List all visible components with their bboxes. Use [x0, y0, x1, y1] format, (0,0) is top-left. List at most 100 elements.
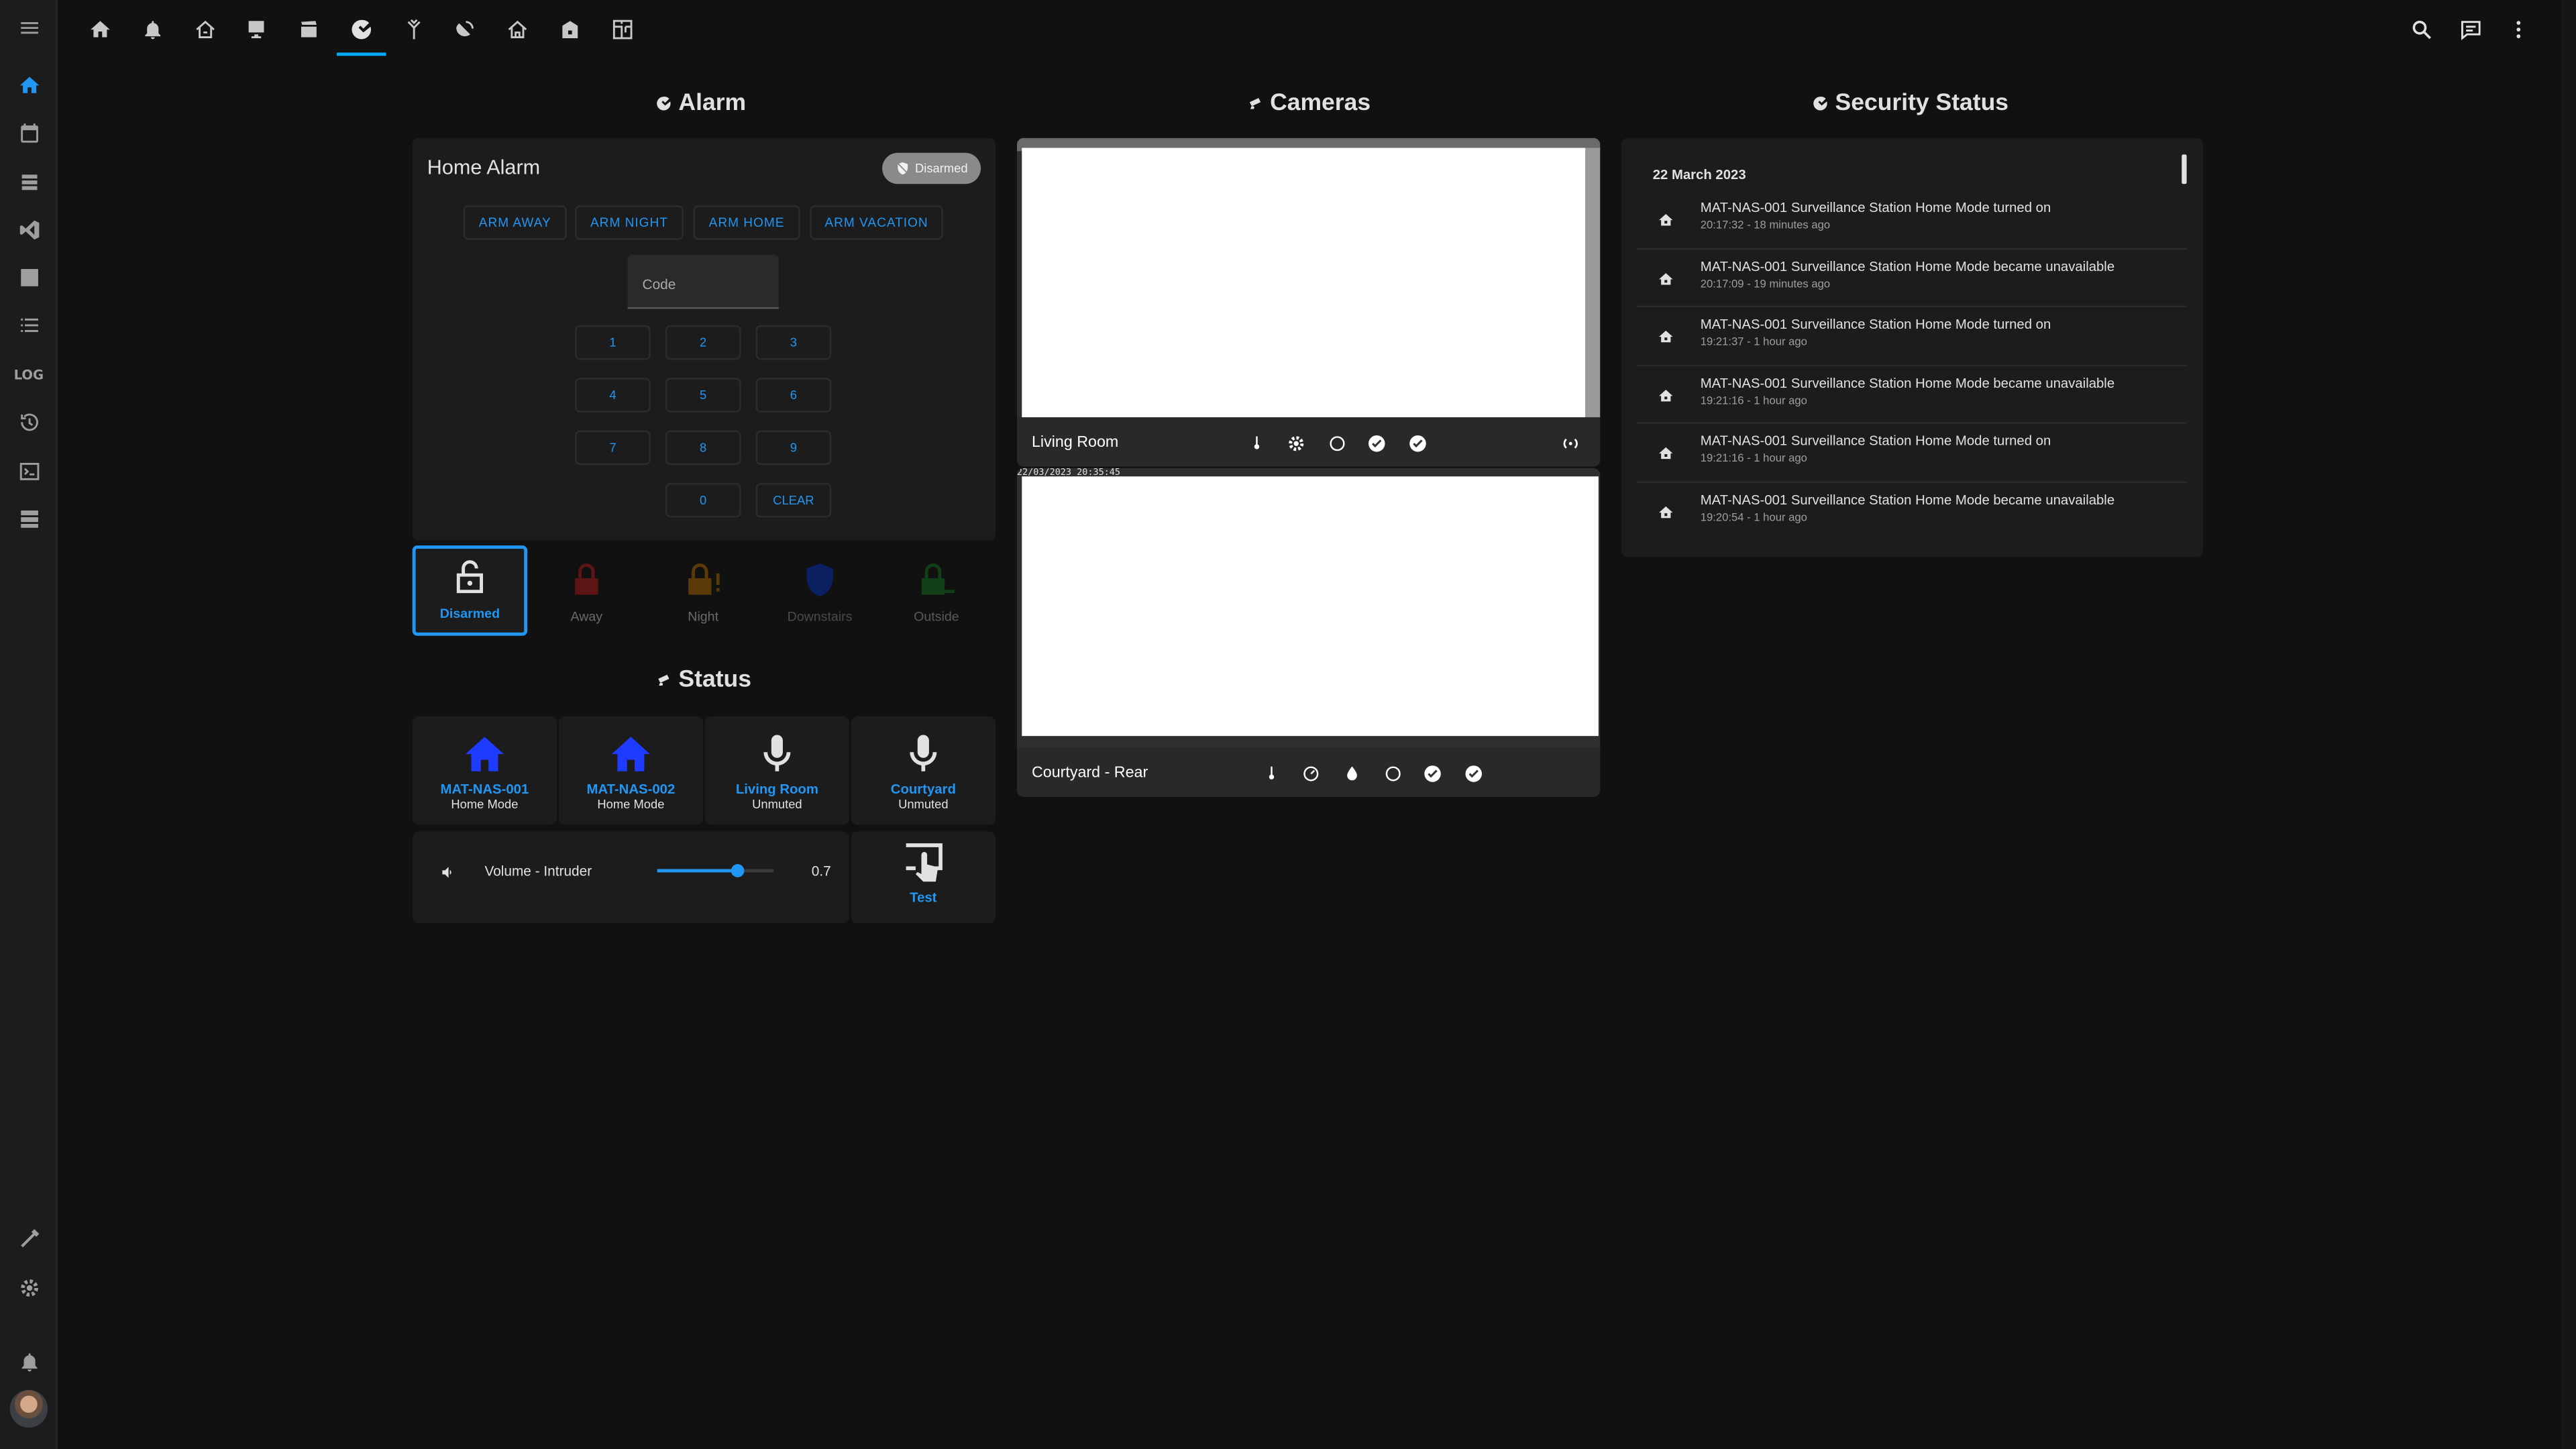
logbook-time: 20:17:32 - 18 minutes ago	[1700, 220, 1831, 232]
circle-icon[interactable]	[1328, 432, 1347, 451]
keypad-9-button[interactable]: 9	[755, 430, 832, 466]
sidebar-item-server[interactable]	[0, 496, 58, 543]
sidebar-item-calendar[interactable]	[0, 110, 58, 156]
keypad-clear-button[interactable]: CLEAR	[755, 483, 832, 518]
camera-toolbar: Courtyard - Rear	[1016, 747, 1601, 797]
status-title-text: Status	[678, 667, 751, 694]
home-lock-icon	[1659, 330, 1673, 343]
test-button[interactable]: Test	[851, 831, 996, 924]
mode-away-label: Away	[570, 609, 603, 625]
sidebar-item-log[interactable]: LOG	[0, 352, 58, 398]
thermometer-icon[interactable]	[1262, 762, 1281, 782]
tab-antenna[interactable]	[394, 10, 434, 50]
logbook-scrollbar[interactable]	[2182, 154, 2187, 184]
user-avatar[interactable]	[9, 1389, 48, 1428]
sidebar-item-settings[interactable]	[0, 1265, 58, 1311]
gear-icon[interactable]	[1287, 432, 1306, 451]
mode-away-button[interactable]: Away	[529, 545, 644, 636]
code-input[interactable]: Code	[627, 254, 779, 309]
keypad-0-button[interactable]: 0	[665, 483, 741, 518]
logbook-date: 22 March 2023	[1652, 166, 1746, 182]
check-circle-icon[interactable]	[1423, 762, 1442, 782]
drop-icon[interactable]	[1342, 762, 1362, 782]
volume-slider-thumb[interactable]	[731, 864, 745, 877]
keypad-1-button[interactable]: 1	[575, 325, 651, 360]
tab-security[interactable]	[341, 10, 381, 50]
circle-icon[interactable]	[1383, 762, 1403, 782]
tab-media[interactable]	[289, 10, 329, 50]
sidebar-item-energy[interactable]	[0, 255, 58, 301]
speaker-icon[interactable]	[440, 864, 456, 880]
menu-button[interactable]	[0, 5, 58, 51]
keypad-6-button[interactable]: 6	[755, 378, 832, 413]
tab-home[interactable]	[80, 10, 120, 50]
mode-outside-label: Outside	[914, 609, 959, 625]
tab-house-outline[interactable]	[498, 10, 537, 50]
dish-icon	[456, 21, 474, 37]
tab-floorplan[interactable]	[603, 10, 643, 50]
logbook-time: 19:21:16 - 1 hour ago	[1700, 394, 1807, 407]
security-shield-icon	[1813, 97, 1827, 111]
logbook-entry[interactable]: MAT-NAS-001 Surveillance Station Home Mo…	[1636, 307, 2187, 366]
assist-icon	[2461, 21, 2481, 40]
keypad-8-button[interactable]: 8	[665, 430, 741, 466]
tab-desktop[interactable]	[237, 10, 276, 50]
check-circle-icon[interactable]	[1408, 432, 1428, 452]
tab-safe[interactable]	[550, 10, 590, 50]
logbook-time: 19:20:54 - 1 hour ago	[1700, 511, 1807, 524]
status-section-title: Status	[655, 667, 751, 693]
logbook-entry[interactable]: MAT-NAS-001 Surveillance Station Home Mo…	[1636, 249, 2187, 307]
alarm-state-badge[interactable]: Disarmed	[882, 152, 981, 184]
status-tile-nas-001[interactable]: MAT-NAS-001 Home Mode	[412, 716, 557, 825]
keypad-7-button[interactable]: 7	[575, 430, 651, 466]
sidebar-item-list[interactable]	[0, 303, 58, 349]
sidebar-item-storage[interactable]	[0, 160, 58, 206]
more-button[interactable]	[2500, 11, 2536, 48]
sidebar-item-notifications[interactable]	[0, 1339, 58, 1385]
arm-home-button[interactable]: ARM HOME	[693, 205, 800, 240]
safe-icon	[562, 21, 578, 38]
sidebar-item-vscode[interactable]	[0, 207, 58, 254]
volume-slider[interactable]	[657, 864, 774, 877]
sidebar-item-history[interactable]	[0, 399, 58, 445]
arm-vacation-button[interactable]: ARM VACATION	[810, 205, 943, 240]
tab-house[interactable]	[186, 10, 225, 50]
page-scrollbar[interactable]	[2561, 0, 2576, 1449]
home-icon	[19, 76, 39, 93]
mode-downstairs-button[interactable]: Downstairs	[762, 545, 877, 636]
mode-disarmed-button[interactable]: Disarmed	[412, 545, 528, 636]
camera-image	[1022, 148, 1586, 418]
keypad-5-button[interactable]: 5	[665, 378, 741, 413]
storage-icon	[21, 174, 37, 191]
thermometer-icon[interactable]	[1247, 432, 1267, 451]
status-tile-living-room[interactable]: Living Room Unmuted	[704, 716, 850, 825]
keypad-3-button[interactable]: 3	[755, 325, 832, 360]
arm-night-button[interactable]: ARM NIGHT	[575, 205, 684, 240]
search-button[interactable]	[2404, 11, 2440, 48]
status-tile-nas-002[interactable]: MAT-NAS-002 Home Mode	[558, 716, 704, 825]
logbook-entry[interactable]: MAT-NAS-001 Surveillance Station Home Mo…	[1636, 366, 2187, 424]
logbook-entry[interactable]: MAT-NAS-001 Surveillance Station Home Mo…	[1636, 191, 2187, 250]
gauge-icon[interactable]	[1301, 762, 1321, 782]
desktop-icon	[248, 21, 264, 38]
motion-icon[interactable]	[1561, 432, 1580, 451]
check-circle-icon[interactable]	[1367, 432, 1387, 452]
sidebar-item-terminal[interactable]	[0, 449, 58, 495]
sidebar-item-overview[interactable]	[0, 62, 58, 109]
logbook-entry[interactable]: MAT-NAS-001 Surveillance Station Home Mo…	[1636, 482, 2186, 541]
tab-dish[interactable]	[445, 10, 485, 50]
mode-night-button[interactable]: Night	[645, 545, 760, 636]
logbook-entry[interactable]: MAT-NAS-001 Surveillance Station Home Mo…	[1636, 424, 2187, 482]
assist-button[interactable]	[2453, 11, 2489, 48]
status-tile-courtyard[interactable]: Courtyard Unmuted	[851, 716, 996, 825]
sidebar-item-developer-tools[interactable]	[0, 1216, 58, 1262]
keypad-4-button[interactable]: 4	[575, 378, 651, 413]
tab-notifications[interactable]	[133, 10, 172, 50]
keypad-2-button[interactable]: 2	[665, 325, 741, 360]
mode-outside-button[interactable]: Outside	[879, 545, 994, 636]
camera-feed-courtyard-rear[interactable]: 22/03/2023 20:35:45 Courtyard - Rear	[1016, 468, 1601, 797]
camera-feed-living-room[interactable]: Living Room	[1016, 138, 1601, 467]
view-tabs-bar	[58, 0, 2576, 58]
arm-away-button[interactable]: ARM AWAY	[463, 205, 567, 240]
check-circle-icon[interactable]	[1464, 762, 1483, 782]
